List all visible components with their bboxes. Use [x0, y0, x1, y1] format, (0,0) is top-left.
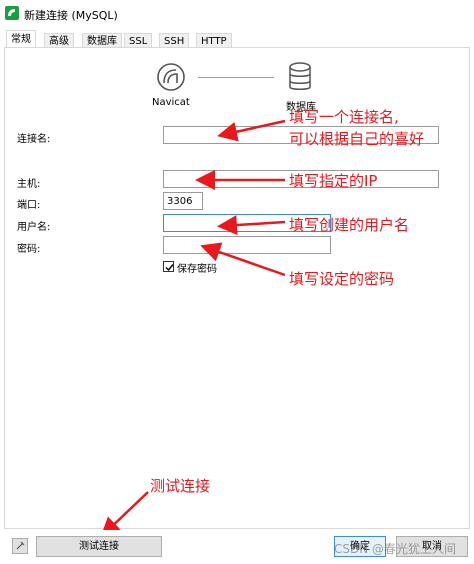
conn-name-label: 连接名:: [17, 134, 51, 145]
annotation-password: 填写设定的密码: [289, 270, 395, 288]
user-label: 用户名:: [17, 222, 51, 233]
annotation-conn-name-line1: 填写一个连接名,: [289, 108, 399, 126]
tab-database[interactable]: 数据库: [82, 33, 122, 48]
tab-ssl[interactable]: SSL: [124, 33, 153, 48]
notes-icon[interactable]: [12, 538, 28, 554]
title-bar: 新建连接 (MySQL): [0, 0, 474, 28]
save-password-checkbox[interactable]: [163, 261, 174, 272]
host-label: 主机:: [17, 179, 41, 190]
navicat-app-icon: [5, 6, 19, 20]
window-title: 新建连接 (MySQL): [24, 9, 118, 22]
port-input[interactable]: [163, 192, 203, 210]
annotation-user: 填写创建的用户名: [289, 216, 410, 234]
tab-http[interactable]: HTTP: [196, 33, 232, 48]
watermark: CSDN @春光犹上人间: [334, 542, 457, 556]
test-connection-button[interactable]: 测试连接: [36, 536, 162, 557]
tab-general[interactable]: 常规: [6, 30, 36, 48]
save-password-label: 保存密码: [177, 264, 217, 275]
navicat-label: Navicat: [152, 97, 190, 108]
password-input[interactable]: [163, 236, 331, 254]
tab-advanced[interactable]: 高级: [44, 33, 74, 48]
annotation-conn-name-line2: 可以根据自己的喜好: [289, 130, 425, 148]
navicat-logo-icon: [156, 62, 186, 92]
annotation-test: 测试连接: [150, 477, 211, 495]
annotation-host: 填写指定的IP: [289, 172, 378, 190]
database-icon: [288, 62, 312, 92]
port-label: 端口:: [17, 200, 41, 211]
tab-bar: 常规 高级 数据库 SSL SSH HTTP: [4, 30, 470, 48]
general-panel: [4, 47, 470, 529]
password-label: 密码:: [17, 244, 41, 255]
connection-line: [198, 77, 274, 78]
tab-ssh[interactable]: SSH: [159, 33, 190, 48]
